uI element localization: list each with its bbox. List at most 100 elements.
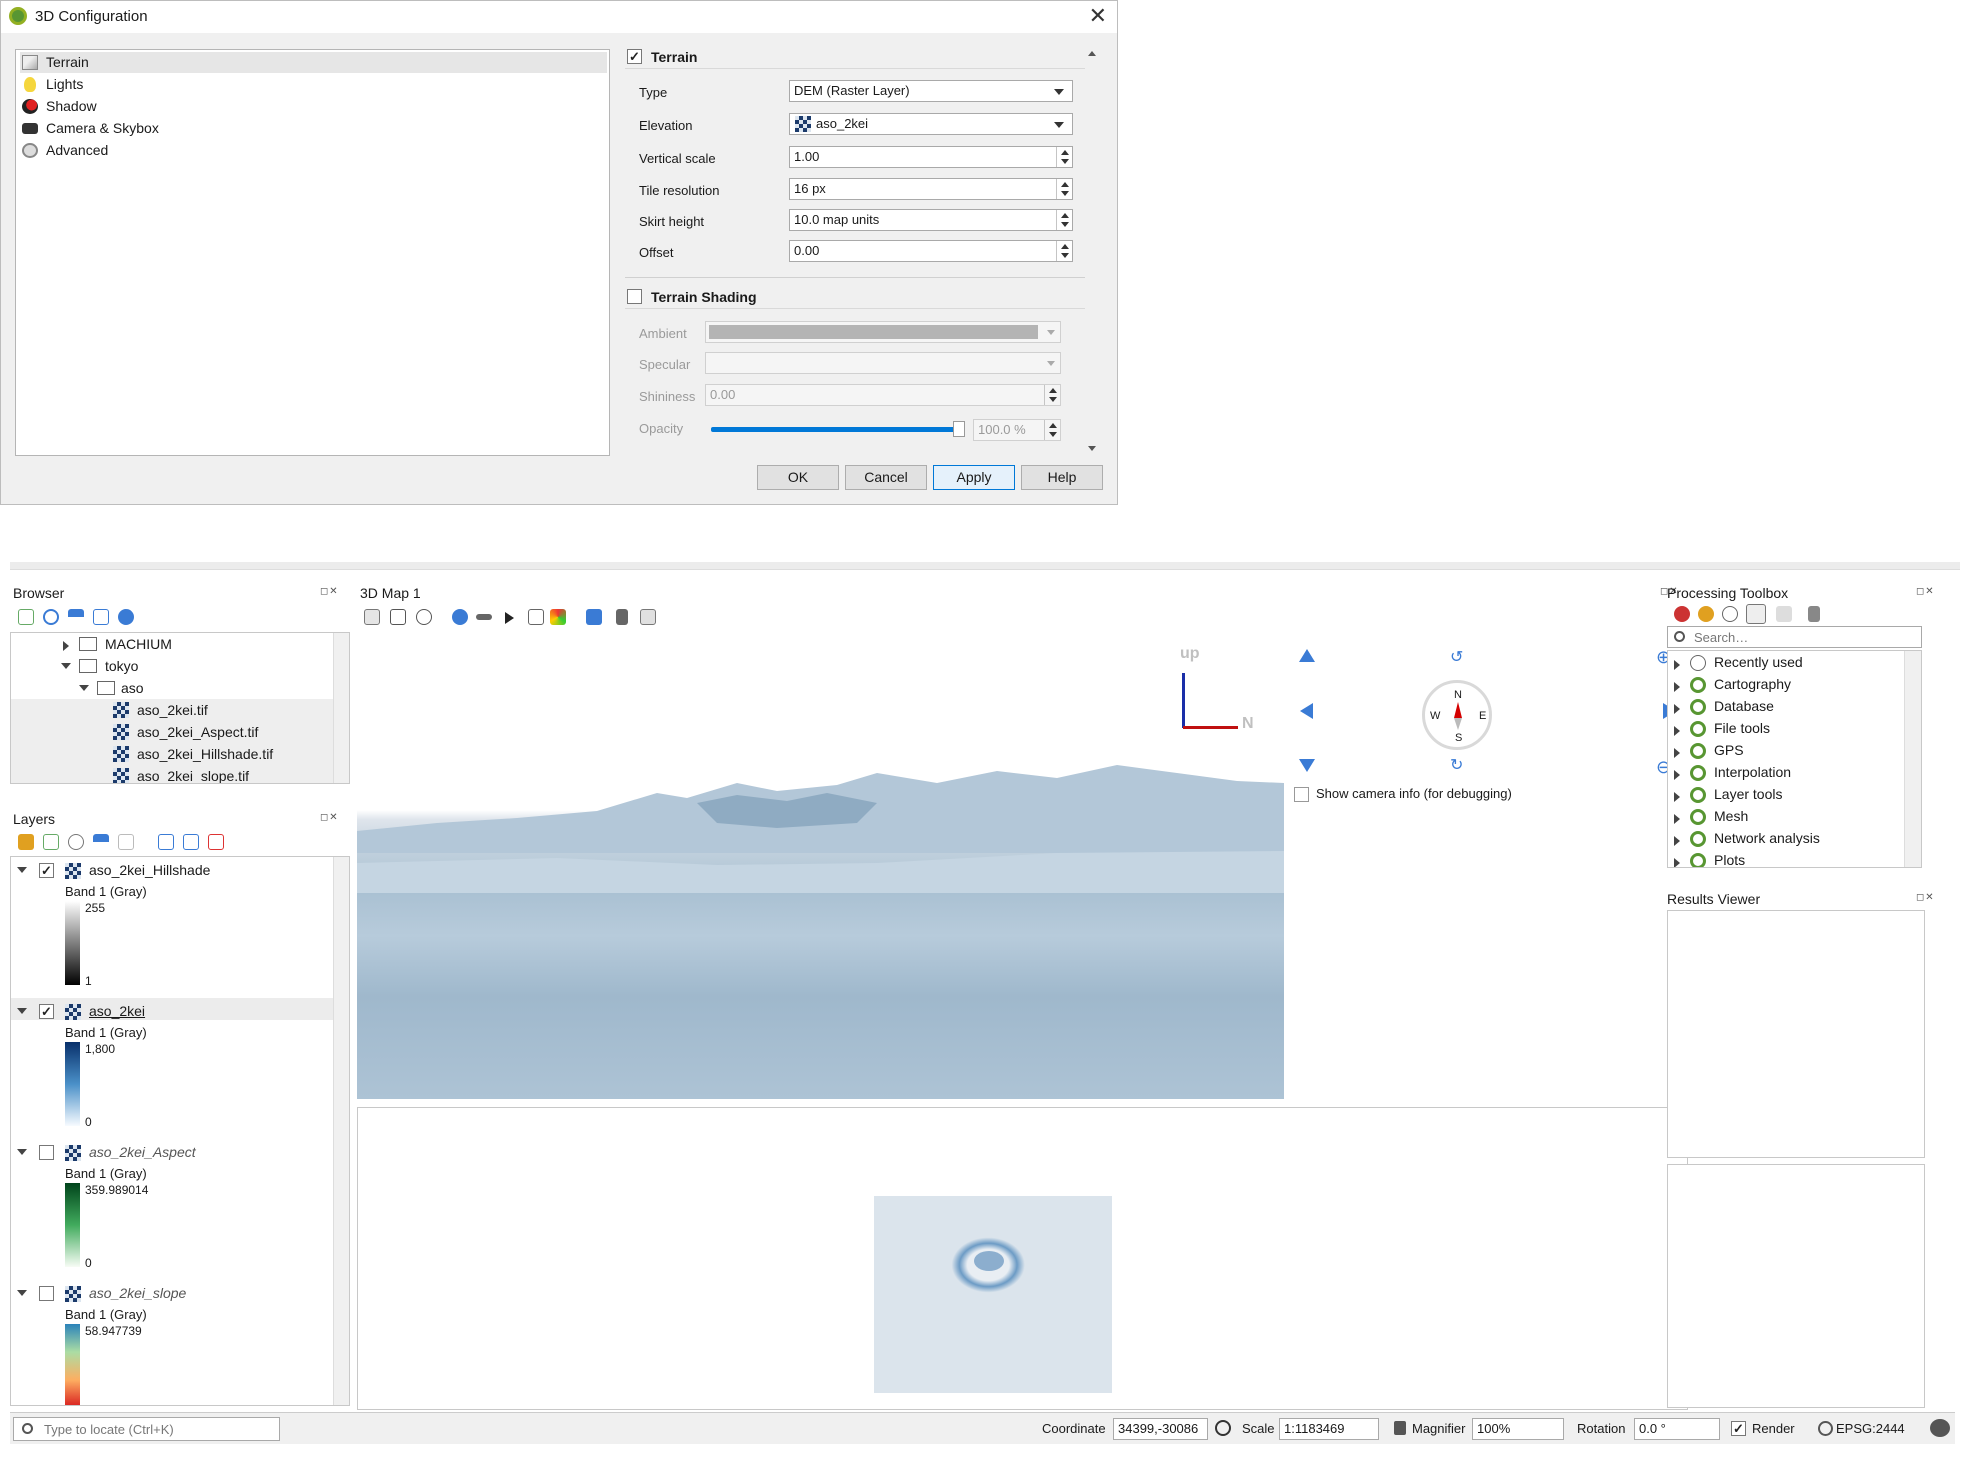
export-scene-icon[interactable]	[550, 609, 566, 625]
expand-arrow-icon[interactable]	[1674, 726, 1680, 736]
apply-button[interactable]: Apply	[933, 465, 1015, 490]
toolbox-item[interactable]: Mesh	[1714, 805, 1748, 827]
models-icon[interactable]	[1674, 606, 1690, 622]
zoom-full-icon[interactable]	[390, 609, 406, 625]
dock-controls-icon[interactable]: ◻✕	[1916, 892, 1935, 903]
layer-name[interactable]: aso_2kei_Hillshade	[89, 862, 210, 878]
layer-visibility-checkbox[interactable]: ✓	[39, 863, 54, 878]
expand-all-icon[interactable]	[158, 834, 174, 850]
toolbox-item[interactable]: Network analysis	[1714, 827, 1820, 849]
spin-arrows-icon[interactable]	[1044, 420, 1060, 440]
section-item-shadow[interactable]: Shadow	[20, 96, 607, 117]
browser-item-machium[interactable]: MACHIUM	[105, 633, 172, 655]
filter-expression-icon[interactable]	[118, 834, 134, 850]
filter-icon[interactable]	[68, 609, 84, 625]
toolbox-search-input[interactable]: Search…	[1667, 626, 1922, 648]
crs-label[interactable]: EPSG:2444	[1836, 1421, 1905, 1436]
toggle-extents-icon[interactable]	[1215, 1420, 1231, 1436]
browser-item-aso[interactable]: aso	[121, 677, 144, 699]
collapse-all-icon[interactable]	[183, 834, 199, 850]
expand-arrow-icon[interactable]	[1674, 682, 1680, 692]
spin-arrows-icon[interactable]	[1044, 385, 1060, 405]
vertical-scale-spinbox[interactable]: 1.00	[789, 146, 1073, 168]
terrain-checkbox[interactable]: ✓	[627, 49, 642, 64]
globe-icon[interactable]	[1818, 1421, 1833, 1436]
toolbox-item[interactable]: File tools	[1714, 717, 1770, 739]
spin-arrows-icon[interactable]	[1056, 241, 1072, 261]
locator-input[interactable]: Type to locate (Ctrl+K)	[13, 1417, 280, 1441]
camera-control-icon[interactable]	[416, 609, 432, 625]
scroll-down-icon[interactable]	[1088, 446, 1096, 451]
collapse-arrow-icon[interactable]	[17, 1008, 27, 1014]
results-viewer-icon[interactable]	[1746, 604, 1766, 624]
measure-icon[interactable]	[476, 614, 492, 620]
refresh-icon[interactable]	[43, 609, 59, 625]
python-icon[interactable]	[1698, 606, 1714, 622]
camera-info-checkbox[interactable]	[1294, 787, 1309, 802]
opacity-slider-track[interactable]	[711, 427, 955, 432]
collapse-arrow-icon[interactable]	[17, 867, 27, 873]
save-image-icon[interactable]	[528, 609, 544, 625]
browser-item-file[interactable]: aso_2kei_Aspect.tif	[137, 721, 258, 743]
opacity-spinbox[interactable]: 100.0 %	[973, 419, 1061, 441]
visibility-icon[interactable]	[68, 834, 84, 850]
browser-item-tokyo[interactable]: tokyo	[105, 655, 138, 677]
edit-features-icon[interactable]	[1776, 606, 1792, 622]
tile-resolution-spinbox[interactable]: 16 px	[789, 178, 1073, 200]
layer-visibility-checkbox[interactable]: ✓	[39, 1004, 54, 1019]
lock-icon[interactable]	[1394, 1421, 1406, 1435]
opacity-slider-handle[interactable]	[953, 421, 965, 437]
ok-button[interactable]: OK	[757, 465, 839, 490]
toolbox-item[interactable]: Plots	[1714, 849, 1745, 867]
toolbox-item[interactable]: Recently used	[1714, 651, 1803, 673]
collapse-all-icon[interactable]	[93, 609, 109, 625]
ambient-color-button[interactable]	[705, 321, 1061, 343]
toolbox-item[interactable]: Layer tools	[1714, 783, 1782, 805]
collapse-arrow-icon[interactable]	[61, 663, 71, 669]
toolbox-scrollbar[interactable]	[1904, 651, 1921, 867]
move-down-icon[interactable]	[1299, 759, 1315, 772]
skirt-height-spinbox[interactable]: 10.0 map units	[789, 209, 1073, 231]
toolbox-item[interactable]: Interpolation	[1714, 761, 1791, 783]
expand-arrow-icon[interactable]	[1674, 748, 1680, 758]
messages-icon[interactable]	[1930, 1419, 1950, 1437]
terrain-shading-checkbox[interactable]	[627, 289, 642, 304]
collapse-arrow-icon[interactable]	[79, 685, 89, 691]
dock-controls-icon[interactable]: ◻✕	[1916, 586, 1935, 597]
layer-name[interactable]: aso_2kei_slope	[89, 1285, 186, 1301]
close-icon[interactable]: ✕	[1089, 3, 1107, 29]
shininess-spinbox[interactable]: 0.00	[705, 384, 1061, 406]
toolbox-item[interactable]: GPS	[1714, 739, 1744, 761]
expand-arrow-icon[interactable]	[1674, 660, 1680, 670]
spin-arrows-icon[interactable]	[1056, 147, 1072, 167]
dock-controls-icon[interactable]: ◻✕	[320, 812, 339, 823]
render-checkbox[interactable]: ✓	[1731, 1421, 1746, 1436]
section-item-camera-skybox[interactable]: Camera & Skybox	[20, 118, 607, 139]
rotate-down-icon[interactable]: ↻	[1450, 755, 1463, 775]
section-item-advanced[interactable]: Advanced	[20, 140, 607, 161]
browser-item-file[interactable]: aso_2kei_Hillshade.tif	[137, 743, 273, 765]
expand-arrow-icon[interactable]	[63, 641, 69, 651]
expand-arrow-icon[interactable]	[1674, 814, 1680, 824]
browser-item-file[interactable]: aso_2kei.tif	[137, 699, 208, 721]
pan-icon[interactable]	[364, 609, 380, 625]
panel-scrollbar[interactable]	[1085, 45, 1099, 457]
browser-item-file[interactable]: aso_2kei_slope.tif	[137, 765, 249, 783]
type-combobox[interactable]: DEM (Raster Layer)	[789, 80, 1073, 102]
move-left-icon[interactable]	[1300, 703, 1313, 719]
expand-arrow-icon[interactable]	[1674, 704, 1680, 714]
offset-spinbox[interactable]: 0.00	[789, 240, 1073, 262]
section-item-lights[interactable]: Lights	[20, 74, 607, 95]
info-icon[interactable]	[118, 609, 134, 625]
layer-name[interactable]: aso_2kei	[89, 1003, 145, 1019]
rotation-spinbox[interactable]: 0.0 °	[1634, 1418, 1720, 1440]
magnifier-spinbox[interactable]: 100%	[1472, 1418, 1564, 1440]
expand-arrow-icon[interactable]	[1674, 858, 1680, 867]
map-themes-icon[interactable]	[586, 609, 602, 625]
layer-visibility-checkbox[interactable]	[39, 1145, 54, 1160]
scale-combobox[interactable]: 1:1183469	[1279, 1418, 1379, 1440]
collapse-arrow-icon[interactable]	[17, 1149, 27, 1155]
browser-scrollbar[interactable]	[333, 633, 349, 783]
filter-legend-icon[interactable]	[93, 834, 109, 850]
section-item-terrain[interactable]: Terrain	[20, 52, 607, 73]
